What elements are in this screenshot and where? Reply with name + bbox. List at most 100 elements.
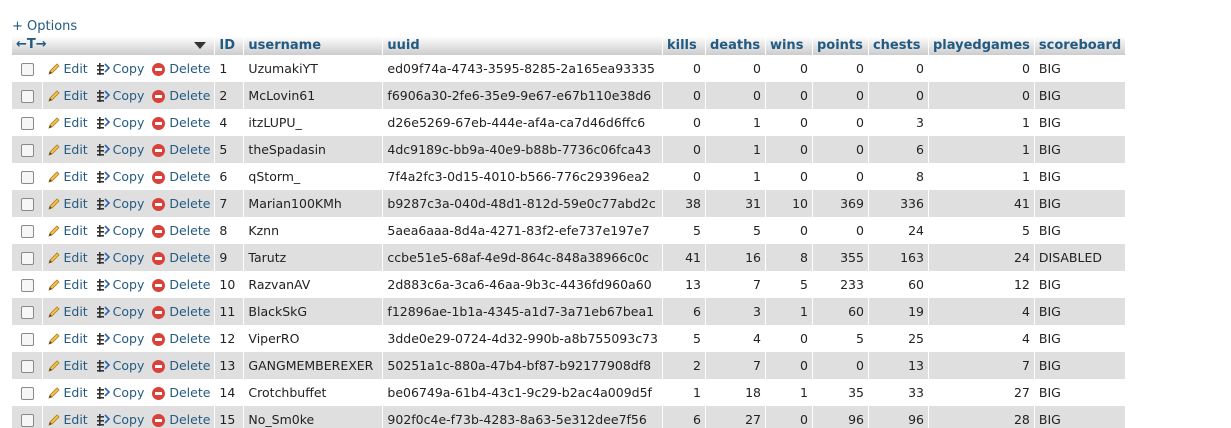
- cell-kills[interactable]: 0: [662, 82, 706, 109]
- cell-scoreboard[interactable]: BIG: [1034, 55, 1127, 82]
- cell-chests[interactable]: 25: [868, 325, 929, 352]
- edit-button[interactable]: Edit: [47, 304, 88, 319]
- delete-button[interactable]: Delete: [152, 142, 210, 157]
- cell-playedgames[interactable]: 4: [928, 298, 1035, 325]
- cell-kills[interactable]: 41: [662, 244, 706, 271]
- cell-points[interactable]: 0: [812, 163, 869, 190]
- cell-playedgames[interactable]: 0: [928, 55, 1035, 82]
- cell-kills[interactable]: 0: [662, 136, 706, 163]
- cell-username[interactable]: RazvanAV: [243, 271, 384, 298]
- cell-points[interactable]: 0: [812, 136, 869, 163]
- delete-button[interactable]: Delete: [152, 223, 210, 238]
- cell-wins[interactable]: 0: [765, 217, 813, 244]
- cell-wins[interactable]: 5: [765, 271, 813, 298]
- row-checkbox[interactable]: [21, 252, 34, 265]
- cell-chests[interactable]: 13: [868, 352, 929, 379]
- cell-chests[interactable]: 6: [868, 136, 929, 163]
- cell-username[interactable]: theSpadasin: [243, 136, 384, 163]
- row-checkbox[interactable]: [21, 279, 34, 292]
- cell-uuid[interactable]: ed09f74a-4743-3595-8285-2a165ea93335: [382, 55, 663, 82]
- cell-playedgames[interactable]: 12: [928, 271, 1035, 298]
- row-checkbox[interactable]: [21, 333, 34, 346]
- copy-button[interactable]: Copy: [96, 331, 144, 346]
- cell-id[interactable]: 4: [214, 109, 245, 136]
- cell-points[interactable]: 60: [812, 298, 869, 325]
- copy-button[interactable]: Copy: [96, 412, 144, 427]
- cell-uuid[interactable]: 7f4a2fc3-0d15-4010-b566-776c29396ea2: [382, 163, 663, 190]
- cell-username[interactable]: Marian100KMh: [243, 190, 384, 217]
- cell-username[interactable]: BlackSkG: [243, 298, 384, 325]
- copy-button[interactable]: Copy: [96, 196, 144, 211]
- cell-chests[interactable]: 96: [868, 406, 929, 428]
- cell-id[interactable]: 15: [214, 406, 245, 428]
- cell-username[interactable]: No_Sm0ke: [243, 406, 384, 428]
- cell-kills[interactable]: 2: [662, 352, 706, 379]
- cell-wins[interactable]: 0: [765, 406, 813, 428]
- cell-scoreboard[interactable]: DISABLED: [1034, 244, 1127, 271]
- col-header-deaths[interactable]: deaths: [705, 36, 766, 55]
- cell-scoreboard[interactable]: BIG: [1034, 379, 1127, 406]
- row-checkbox[interactable]: [21, 225, 34, 238]
- cell-playedgames[interactable]: 7: [928, 352, 1035, 379]
- cell-scoreboard[interactable]: BIG: [1034, 163, 1127, 190]
- cell-id[interactable]: 1: [214, 55, 245, 82]
- cell-playedgames[interactable]: 24: [928, 244, 1035, 271]
- row-checkbox[interactable]: [21, 171, 34, 184]
- cell-kills[interactable]: 6: [662, 298, 706, 325]
- col-header-uuid[interactable]: uuid: [382, 36, 663, 55]
- cell-playedgames[interactable]: 1: [928, 163, 1035, 190]
- cell-chests[interactable]: 3: [868, 109, 929, 136]
- cell-deaths[interactable]: 18: [705, 379, 766, 406]
- copy-button[interactable]: Copy: [96, 142, 144, 157]
- cell-kills[interactable]: 0: [662, 55, 706, 82]
- delete-button[interactable]: Delete: [152, 277, 210, 292]
- edit-button[interactable]: Edit: [47, 196, 88, 211]
- cell-uuid[interactable]: ccbe51e5-68af-4e9d-864c-848a38966c0c: [382, 244, 663, 271]
- cell-wins[interactable]: 10: [765, 190, 813, 217]
- cell-kills[interactable]: 6: [662, 406, 706, 428]
- cell-scoreboard[interactable]: BIG: [1034, 136, 1127, 163]
- copy-button[interactable]: Copy: [96, 385, 144, 400]
- copy-button[interactable]: Copy: [96, 115, 144, 130]
- cell-playedgames[interactable]: 1: [928, 109, 1035, 136]
- cell-uuid[interactable]: 3dde0e29-0724-4d32-990b-a8b755093c73: [382, 325, 663, 352]
- delete-button[interactable]: Delete: [152, 358, 210, 373]
- cell-chests[interactable]: 8: [868, 163, 929, 190]
- cell-username[interactable]: qStorm_: [243, 163, 384, 190]
- cell-id[interactable]: 14: [214, 379, 245, 406]
- cell-points[interactable]: 0: [812, 217, 869, 244]
- cell-scoreboard[interactable]: BIG: [1034, 298, 1127, 325]
- cell-deaths[interactable]: 4: [705, 325, 766, 352]
- cell-uuid[interactable]: b9287c3a-040d-48d1-812d-59e0c77abd2c: [382, 190, 663, 217]
- row-checkbox[interactable]: [21, 387, 34, 400]
- cell-scoreboard[interactable]: BIG: [1034, 190, 1127, 217]
- row-checkbox[interactable]: [21, 63, 34, 76]
- cell-uuid[interactable]: 902f0c4e-f73b-4283-8a63-5e312dee7f56: [382, 406, 663, 428]
- cell-uuid[interactable]: be06749a-61b4-43c1-9c29-b2ac4a009d5f: [382, 379, 663, 406]
- cell-deaths[interactable]: 7: [705, 352, 766, 379]
- cell-uuid[interactable]: 4dc9189c-bb9a-40e9-b88b-7736c06fca43: [382, 136, 663, 163]
- cell-points[interactable]: 5: [812, 325, 869, 352]
- cell-id[interactable]: 8: [214, 217, 245, 244]
- cell-id[interactable]: 7: [214, 190, 245, 217]
- cell-chests[interactable]: 336: [868, 190, 929, 217]
- cell-playedgames[interactable]: 4: [928, 325, 1035, 352]
- delete-button[interactable]: Delete: [152, 331, 210, 346]
- copy-button[interactable]: Copy: [96, 250, 144, 265]
- row-checkbox[interactable]: [21, 360, 34, 373]
- cell-points[interactable]: 35: [812, 379, 869, 406]
- cell-deaths[interactable]: 1: [705, 163, 766, 190]
- cell-scoreboard[interactable]: BIG: [1034, 82, 1127, 109]
- cell-playedgames[interactable]: 27: [928, 379, 1035, 406]
- cell-points[interactable]: 233: [812, 271, 869, 298]
- copy-button[interactable]: Copy: [96, 169, 144, 184]
- cell-wins[interactable]: 0: [765, 109, 813, 136]
- sort-dropdown-icon[interactable]: [194, 42, 207, 49]
- edit-button[interactable]: Edit: [47, 331, 88, 346]
- cell-uuid[interactable]: d26e5269-67eb-444e-af4a-ca7d46d6ffc6: [382, 109, 663, 136]
- cell-playedgames[interactable]: 0: [928, 82, 1035, 109]
- row-checkbox[interactable]: [21, 90, 34, 103]
- cell-uuid[interactable]: 2d883c6a-3ca6-46aa-9b3c-4436fd960a60: [382, 271, 663, 298]
- cell-wins[interactable]: 0: [765, 352, 813, 379]
- row-checkbox[interactable]: [21, 306, 34, 319]
